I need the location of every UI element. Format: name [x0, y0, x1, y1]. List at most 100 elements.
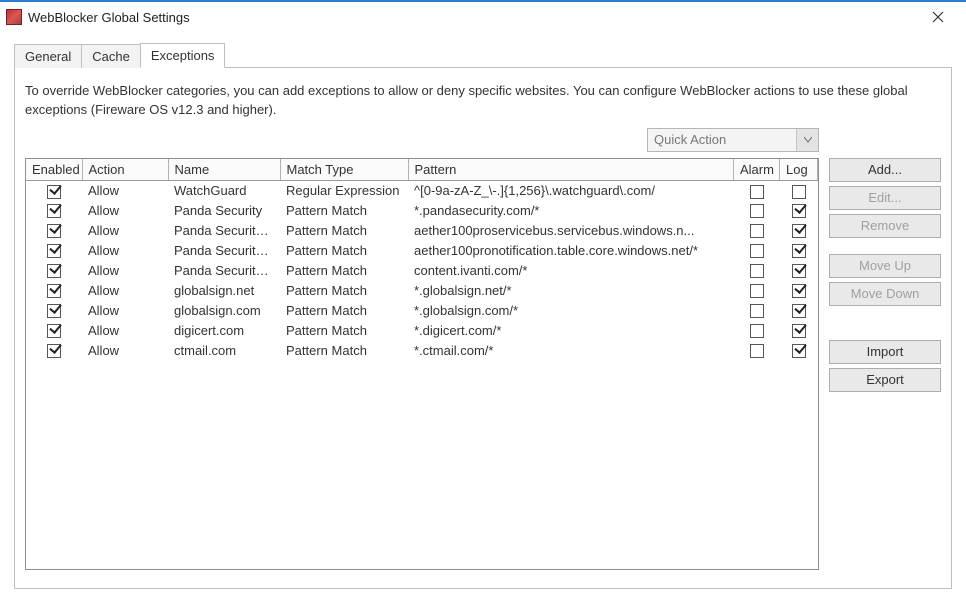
alarm-checkbox[interactable] — [750, 244, 764, 258]
quick-action-dropdown-button[interactable] — [796, 129, 818, 151]
alarm-checkbox[interactable] — [750, 304, 764, 318]
cell-pattern: *.globalsign.com/* — [408, 301, 734, 321]
enabled-checkbox[interactable] — [47, 224, 61, 238]
cell-pattern: aether100pronotification.table.core.wind… — [408, 241, 734, 261]
cell-name: WatchGuard — [168, 181, 280, 201]
window-title: WebBlocker Global Settings — [28, 10, 190, 25]
quick-action-placeholder: Quick Action — [648, 132, 796, 147]
log-checkbox[interactable] — [792, 344, 806, 358]
cell-pattern: aether100proservicebus.servicebus.window… — [408, 221, 734, 241]
enabled-checkbox[interactable] — [47, 185, 61, 199]
col-match-type[interactable]: Match Type — [280, 159, 408, 181]
cell-action: Allow — [82, 221, 168, 241]
tabstrip: General Cache Exceptions — [14, 42, 952, 67]
alarm-checkbox[interactable] — [750, 264, 764, 278]
alarm-checkbox[interactable] — [750, 204, 764, 218]
titlebar: WebBlocker Global Settings — [0, 2, 966, 32]
tab-panel-exceptions: To override WebBlocker categories, you c… — [14, 67, 952, 589]
cell-name: Panda Security — [168, 201, 280, 221]
log-checkbox[interactable] — [792, 304, 806, 318]
exceptions-table: Enabled Action Name Match Type Pattern A… — [25, 158, 819, 570]
log-checkbox[interactable] — [792, 224, 806, 238]
cell-pattern: *.pandasecurity.com/* — [408, 201, 734, 221]
cell-name: digicert.com — [168, 321, 280, 341]
table-row[interactable]: Allowdigicert.comPattern Match*.digicert… — [26, 321, 818, 341]
col-enabled[interactable]: Enabled — [26, 159, 82, 181]
cell-name: Panda Security ... — [168, 241, 280, 261]
enabled-checkbox[interactable] — [47, 264, 61, 278]
description-text: To override WebBlocker categories, you c… — [25, 82, 941, 120]
col-log[interactable]: Log — [780, 159, 818, 181]
table-row[interactable]: Allowglobalsign.comPattern Match*.global… — [26, 301, 818, 321]
enabled-checkbox[interactable] — [47, 324, 61, 338]
table-row[interactable]: AllowPanda Security ...Pattern Matchcont… — [26, 261, 818, 281]
close-icon — [932, 11, 944, 23]
tab-general[interactable]: General — [14, 44, 82, 68]
cell-name: Panda Security ... — [168, 221, 280, 241]
cell-pattern: content.ivanti.com/* — [408, 261, 734, 281]
remove-button[interactable]: Remove — [829, 214, 941, 238]
cell-name: globalsign.net — [168, 281, 280, 301]
enabled-checkbox[interactable] — [47, 244, 61, 258]
move-down-button[interactable]: Move Down — [829, 282, 941, 306]
log-checkbox[interactable] — [792, 204, 806, 218]
tab-exceptions[interactable]: Exceptions — [140, 43, 226, 68]
move-up-button[interactable]: Move Up — [829, 254, 941, 278]
cell-match-type: Pattern Match — [280, 201, 408, 221]
cell-action: Allow — [82, 261, 168, 281]
button-column: Add... Edit... Remove Move Up Move Down … — [829, 158, 941, 392]
log-checkbox[interactable] — [792, 324, 806, 338]
cell-match-type: Pattern Match — [280, 281, 408, 301]
table-row[interactable]: AllowWatchGuardRegular Expression^[0-9a-… — [26, 181, 818, 201]
cell-name: ctmail.com — [168, 341, 280, 361]
cell-match-type: Pattern Match — [280, 341, 408, 361]
table-row[interactable]: AllowPanda Security ...Pattern Matchaeth… — [26, 221, 818, 241]
col-alarm[interactable]: Alarm — [734, 159, 780, 181]
table-row[interactable]: Allowctmail.comPattern Match*.ctmail.com… — [26, 341, 818, 361]
edit-button[interactable]: Edit... — [829, 186, 941, 210]
import-button[interactable]: Import — [829, 340, 941, 364]
table-row[interactable]: Allowglobalsign.netPattern Match*.global… — [26, 281, 818, 301]
log-checkbox[interactable] — [792, 264, 806, 278]
cell-match-type: Pattern Match — [280, 261, 408, 281]
app-icon — [6, 9, 22, 25]
cell-pattern: *.globalsign.net/* — [408, 281, 734, 301]
cell-name: globalsign.com — [168, 301, 280, 321]
col-pattern[interactable]: Pattern — [408, 159, 734, 181]
cell-action: Allow — [82, 201, 168, 221]
table-row[interactable]: AllowPanda Security ...Pattern Matchaeth… — [26, 241, 818, 261]
alarm-checkbox[interactable] — [750, 185, 764, 199]
cell-match-type: Pattern Match — [280, 301, 408, 321]
cell-pattern: ^[0-9a-zA-Z_\-.]{1,256}\.watchguard\.com… — [408, 181, 734, 201]
enabled-checkbox[interactable] — [47, 204, 61, 218]
enabled-checkbox[interactable] — [47, 344, 61, 358]
chevron-down-icon — [804, 137, 812, 143]
quick-action-select[interactable]: Quick Action — [647, 128, 819, 152]
cell-match-type: Pattern Match — [280, 241, 408, 261]
tab-cache[interactable]: Cache — [81, 44, 141, 68]
add-button[interactable]: Add... — [829, 158, 941, 182]
cell-action: Allow — [82, 181, 168, 201]
log-checkbox[interactable] — [792, 284, 806, 298]
export-button[interactable]: Export — [829, 368, 941, 392]
col-name[interactable]: Name — [168, 159, 280, 181]
log-checkbox[interactable] — [792, 244, 806, 258]
cell-match-type: Pattern Match — [280, 221, 408, 241]
close-button[interactable] — [918, 3, 958, 31]
table-row[interactable]: AllowPanda SecurityPattern Match*.pandas… — [26, 201, 818, 221]
cell-match-type: Pattern Match — [280, 321, 408, 341]
cell-action: Allow — [82, 301, 168, 321]
cell-action: Allow — [82, 341, 168, 361]
alarm-checkbox[interactable] — [750, 324, 764, 338]
cell-match-type: Regular Expression — [280, 181, 408, 201]
alarm-checkbox[interactable] — [750, 224, 764, 238]
log-checkbox[interactable] — [792, 185, 806, 199]
enabled-checkbox[interactable] — [47, 304, 61, 318]
table-header-row: Enabled Action Name Match Type Pattern A… — [26, 159, 818, 181]
alarm-checkbox[interactable] — [750, 344, 764, 358]
alarm-checkbox[interactable] — [750, 284, 764, 298]
col-action[interactable]: Action — [82, 159, 168, 181]
cell-pattern: *.digicert.com/* — [408, 321, 734, 341]
enabled-checkbox[interactable] — [47, 284, 61, 298]
cell-action: Allow — [82, 321, 168, 341]
